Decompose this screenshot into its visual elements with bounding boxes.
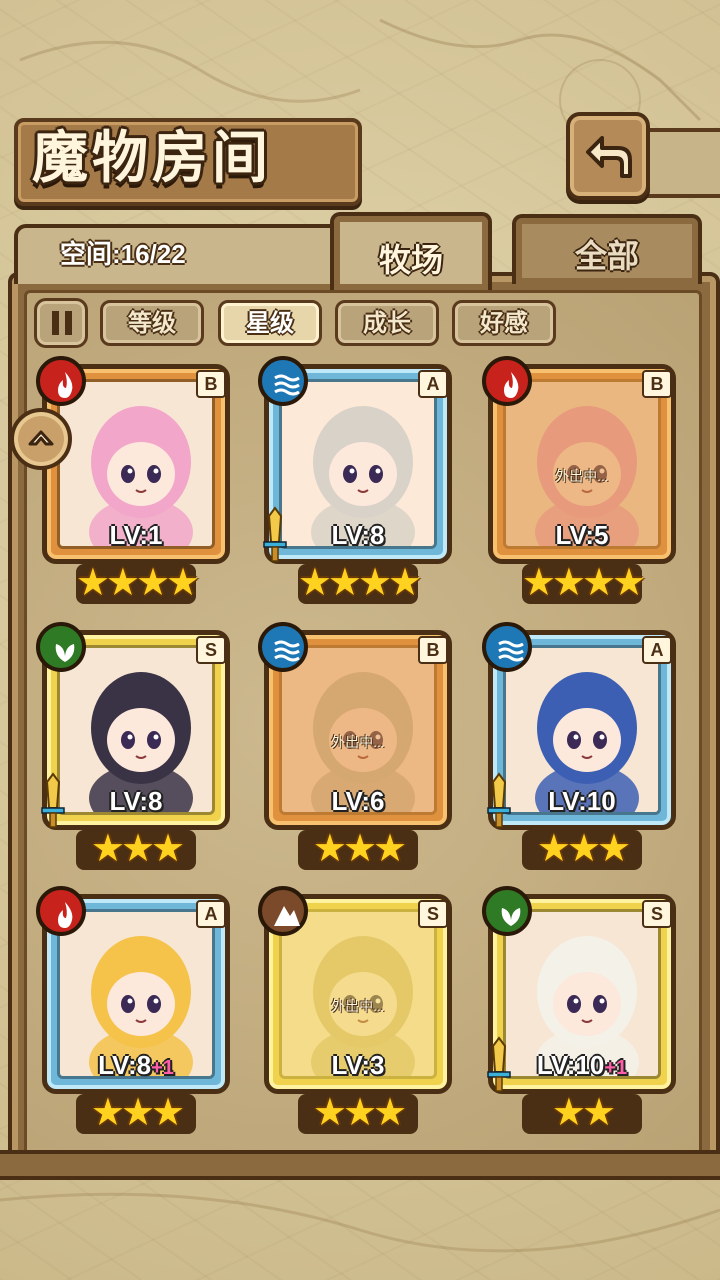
water-element-icon <box>258 356 308 406</box>
level-value: LV:6 <box>331 786 385 816</box>
rank-badge: S <box>642 900 672 928</box>
away-status: 外出中... <box>555 468 609 484</box>
away-status: 外出中... <box>331 734 385 750</box>
level-label: LV:3 <box>258 1050 458 1081</box>
level-label: LV:8+1 <box>36 1050 236 1081</box>
fire-element-icon <box>482 356 532 406</box>
wood-element-icon <box>36 622 86 672</box>
star-rating: ★★★★ <box>297 560 422 604</box>
rank-badge: B <box>418 636 448 664</box>
level-value: LV:8 <box>109 786 163 816</box>
monster-card[interactable]: S 外出中... LV:3 ★★★ <box>258 886 458 1136</box>
water-element-icon <box>482 622 532 672</box>
pause-icon <box>52 311 59 335</box>
star-rating: ★★★ <box>312 1090 407 1134</box>
monster-card[interactable]: S LV:8 ★★★ <box>36 622 236 872</box>
arrow-icon <box>28 430 54 446</box>
monster-card[interactable]: B LV:1 ★★★★ <box>36 356 236 606</box>
rank-badge: A <box>418 370 448 398</box>
level-label: LV:6 <box>258 786 458 817</box>
pause-button[interactable] <box>34 298 88 348</box>
level-label: LV:8 <box>36 786 236 817</box>
earth-element-icon <box>258 886 308 936</box>
sort-growth-button[interactable]: 成长 <box>335 300 439 346</box>
back-arrow-icon <box>586 136 632 178</box>
water-element-icon <box>258 622 308 672</box>
fire-element-icon <box>36 886 86 936</box>
monster-card[interactable]: A LV:10 ★★★ <box>482 622 682 872</box>
monster-card[interactable]: B 外出中... LV:5 ★★★★ <box>482 356 682 606</box>
level-value: LV:10 <box>536 1050 605 1080</box>
collapse-arrow-button[interactable] <box>10 408 72 470</box>
sort-star-button[interactable]: 星级 <box>218 300 322 346</box>
sort-affection-button[interactable]: 好感 <box>452 300 556 346</box>
space-counter: 空间:16/22 <box>60 239 186 269</box>
level-label: LV:5 <box>482 520 682 551</box>
monster-card[interactable]: S LV:10+1 ★★ <box>482 886 682 1136</box>
rank-badge: S <box>418 900 448 928</box>
tab-all[interactable]: 全部 <box>512 214 702 284</box>
rank-badge: B <box>642 370 672 398</box>
monster-card[interactable]: B 外出中... LV:6 ★★★ <box>258 622 458 872</box>
level-label: LV:10 <box>482 786 682 817</box>
level-bonus: +1 <box>151 1057 174 1079</box>
star-rating: ★★★ <box>312 826 407 870</box>
star-rating: ★★★ <box>536 826 631 870</box>
monster-card[interactable]: A LV:8+1 ★★★ <box>36 886 236 1136</box>
level-value: LV:3 <box>331 1050 385 1080</box>
star-rating: ★★★ <box>90 1090 185 1134</box>
level-label: LV:10+1 <box>482 1050 682 1081</box>
fire-element-icon <box>36 356 86 406</box>
level-value: LV:5 <box>555 520 609 550</box>
pause-icon <box>65 311 72 335</box>
level-value: LV:1 <box>109 520 163 550</box>
sort-level-button[interactable]: 等级 <box>100 300 204 346</box>
tab-ranch[interactable]: 牧场 <box>330 212 492 290</box>
rank-badge: A <box>642 636 672 664</box>
panel-bottom-bar <box>0 1150 720 1180</box>
wood-element-icon <box>482 886 532 936</box>
level-label: LV:8 <box>258 520 458 551</box>
level-value: LV:8 <box>98 1050 152 1080</box>
back-button[interactable] <box>566 112 650 200</box>
rank-badge: A <box>196 900 226 928</box>
rank-badge: S <box>196 636 226 664</box>
star-rating: ★★ <box>551 1090 616 1134</box>
star-rating: ★★★★ <box>521 560 646 604</box>
star-rating: ★★★★ <box>75 560 200 604</box>
level-value: LV:8 <box>331 520 385 550</box>
page-title: 魔物房间 <box>32 125 272 191</box>
level-label: LV:1 <box>36 520 236 551</box>
level-value: LV:10 <box>548 786 616 816</box>
level-bonus: +1 <box>604 1057 628 1079</box>
star-rating: ★★★ <box>90 826 185 870</box>
away-status: 外出中... <box>331 998 385 1014</box>
rank-badge: B <box>196 370 226 398</box>
monster-card[interactable]: A LV:8 ★★★★ <box>258 356 458 606</box>
